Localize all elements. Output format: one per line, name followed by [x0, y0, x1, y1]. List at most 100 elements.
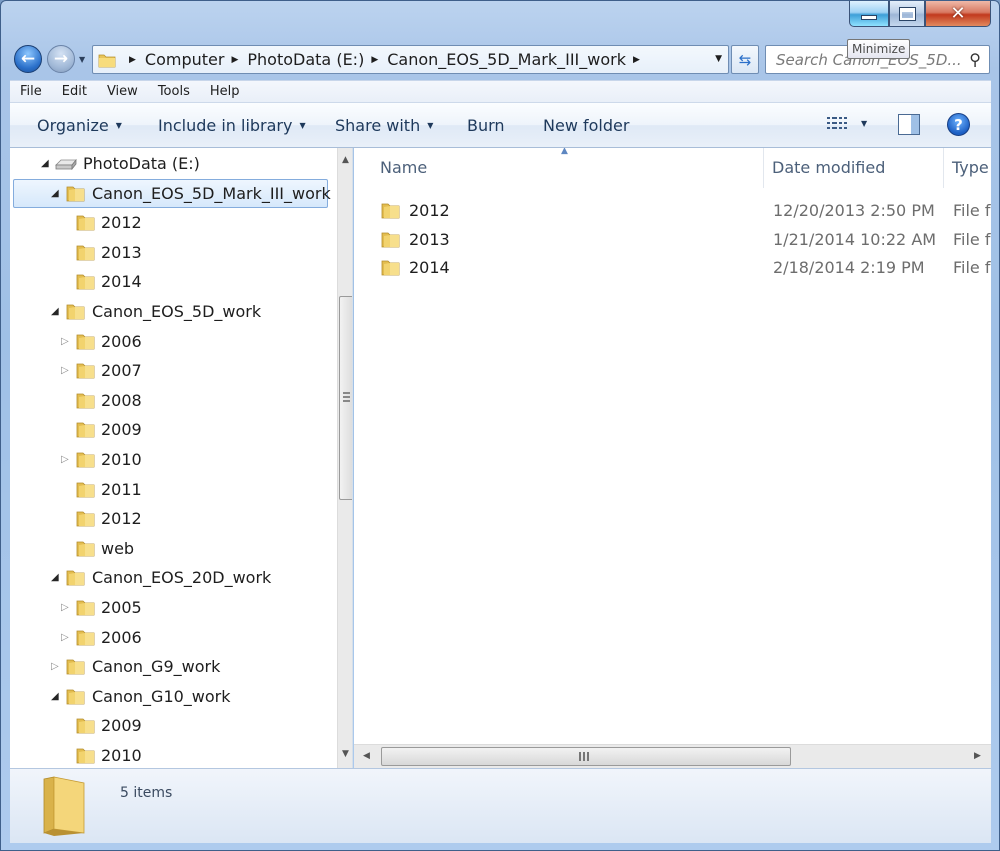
recent-pages-dropdown[interactable]: ▼: [79, 55, 85, 64]
burn-button[interactable]: Burn: [467, 116, 505, 135]
include-in-library-label: Include in library: [158, 116, 293, 135]
tree-item-label: 2012: [101, 213, 142, 233]
menu-edit[interactable]: Edit: [52, 84, 97, 99]
expanded-arrow-icon[interactable]: ◢: [41, 158, 49, 169]
tree-item[interactable]: 2012: [10, 208, 330, 237]
collapsed-arrow-icon[interactable]: ▷: [61, 454, 69, 465]
column-headers: Name ▲ Date modified Type: [354, 148, 991, 188]
preview-pane-icon[interactable]: [898, 114, 920, 135]
scroll-left-icon[interactable]: ◀: [363, 751, 370, 761]
tree-item[interactable]: ◢ PhotoData (E:): [10, 149, 330, 178]
tree-item[interactable]: 2014: [10, 267, 330, 296]
file-list-horizontal-scrollbar[interactable]: ◀ ▶: [354, 744, 991, 768]
forward-button[interactable]: →: [47, 45, 75, 73]
breadcrumb-separator-icon[interactable]: ▶: [371, 55, 378, 65]
horizontal-scroll-thumb[interactable]: [381, 747, 791, 766]
scroll-down-icon[interactable]: ▼: [342, 749, 349, 759]
tree-item[interactable]: ◢ Canon_EOS_5D_Mark_III_work: [13, 178, 331, 208]
address-bar[interactable]: ▶ Computer ▶ PhotoData (E:) ▶ Canon_EOS_…: [92, 45, 729, 74]
tree-item-label: 2009: [101, 716, 142, 736]
tree-item[interactable]: ◢ Canon_EOS_5D_work: [10, 297, 330, 326]
change-view-icon[interactable]: [826, 115, 848, 133]
search-icon[interactable]: ⚲: [969, 50, 981, 69]
share-with-button[interactable]: Share with ▼: [335, 116, 433, 135]
collapsed-arrow-icon[interactable]: ▷: [61, 336, 69, 347]
tree-item[interactable]: ◢ Canon_G10_work: [10, 682, 330, 711]
folder-icon: [43, 776, 85, 836]
tree-item[interactable]: 2010: [10, 741, 330, 768]
collapsed-arrow-icon[interactable]: ▷: [51, 661, 59, 672]
tree-item[interactable]: web: [10, 534, 330, 563]
breadcrumb-computer[interactable]: Computer: [145, 50, 225, 69]
tree-item[interactable]: 2008: [10, 386, 330, 415]
expanded-arrow-icon[interactable]: ◢: [51, 572, 59, 583]
menu-help[interactable]: Help: [200, 84, 250, 99]
tree-item[interactable]: ◢ Canon_EOS_20D_work: [10, 563, 330, 592]
menu-file[interactable]: File: [10, 84, 52, 99]
folder-icon: [76, 422, 95, 438]
scroll-up-icon[interactable]: ▲: [342, 155, 349, 165]
tree-vertical-scrollbar[interactable]: ▲ ▼: [337, 148, 352, 768]
tree-item-label: 2014: [101, 272, 142, 292]
tree-item-label: 2010: [101, 450, 142, 469]
view-options-dropdown-icon[interactable]: ▼: [861, 119, 867, 128]
collapsed-arrow-icon[interactable]: ▷: [61, 602, 69, 613]
menu-view[interactable]: View: [97, 84, 148, 99]
expanded-arrow-icon[interactable]: ◢: [51, 691, 59, 702]
breadcrumb-separator-icon[interactable]: ▶: [633, 55, 640, 65]
breadcrumb-separator-icon[interactable]: ▶: [129, 55, 136, 65]
maximize-button[interactable]: [889, 1, 925, 27]
tree-item[interactable]: ▷ Canon_G9_work: [10, 652, 330, 681]
organize-label: Organize: [37, 116, 109, 135]
explorer-window: ✕ Minimize ← → ▼ ▶ Computer ▶ PhotoData …: [0, 0, 1000, 851]
expanded-arrow-icon[interactable]: ◢: [51, 306, 59, 317]
new-folder-button[interactable]: New folder: [543, 116, 629, 135]
collapsed-arrow-icon[interactable]: ▷: [61, 365, 69, 376]
tree-item[interactable]: ▷ 2005: [10, 593, 330, 622]
tree-item[interactable]: 2009: [10, 711, 330, 740]
file-name: 2014: [409, 258, 450, 277]
folder-icon: [66, 186, 85, 201]
column-header-date-modified[interactable]: Date modified: [764, 148, 944, 188]
folder-icon: [66, 689, 85, 705]
folder-icon: [381, 260, 400, 276]
tree-item[interactable]: 2009: [10, 415, 330, 444]
menu-tools[interactable]: Tools: [148, 84, 200, 99]
help-icon[interactable]: ?: [947, 113, 970, 136]
collapsed-arrow-icon[interactable]: ▷: [61, 632, 69, 643]
caption-buttons: ✕: [849, 1, 991, 29]
sort-ascending-icon: ▲: [561, 148, 568, 156]
organize-button[interactable]: Organize ▼: [37, 116, 122, 135]
breadcrumb-current-folder[interactable]: Canon_EOS_5D_Mark_III_work: [387, 50, 626, 69]
include-in-library-button[interactable]: Include in library ▼: [158, 116, 306, 135]
scroll-right-icon[interactable]: ▶: [974, 751, 981, 761]
new-folder-label: New folder: [543, 116, 630, 135]
folder-icon: [76, 274, 95, 290]
expanded-arrow-icon[interactable]: ◢: [51, 188, 59, 199]
tree-item-label: Canon_EOS_5D_Mark_III_work: [92, 183, 331, 203]
chevron-down-icon: ▼: [299, 121, 306, 130]
menu-bar: File Edit View Tools Help: [10, 80, 991, 102]
tree-item[interactable]: ▷ 2006: [10, 327, 330, 356]
file-row[interactable]: 2012 12/20/2013 2:50 PM File fo: [354, 196, 991, 225]
close-button[interactable]: ✕: [925, 1, 991, 27]
back-button[interactable]: ←: [14, 45, 42, 73]
tree-item[interactable]: ▷ 2007: [10, 356, 330, 385]
refresh-button[interactable]: ⇆: [731, 45, 759, 74]
tree-item[interactable]: 2011: [10, 475, 330, 504]
tree-item[interactable]: ▷ 2010: [10, 445, 330, 474]
column-header-type[interactable]: Type: [944, 148, 991, 188]
scroll-thumb[interactable]: [339, 296, 352, 500]
address-dropdown-icon[interactable]: ▼: [715, 54, 722, 64]
file-row[interactable]: 2014 2/18/2014 2:19 PM File fo: [354, 253, 991, 282]
tree-item[interactable]: 2012: [10, 504, 330, 533]
file-row[interactable]: 2013 1/21/2014 10:22 AM File fo: [354, 225, 991, 254]
tree-item[interactable]: 2013: [10, 238, 330, 267]
breadcrumb-photodata[interactable]: PhotoData (E:): [247, 50, 364, 69]
column-header-name[interactable]: Name: [372, 148, 764, 188]
folder-icon: [98, 54, 116, 67]
tree-item[interactable]: ▷ 2006: [10, 623, 330, 652]
minimize-button[interactable]: [849, 1, 889, 27]
breadcrumb-separator-icon[interactable]: ▶: [231, 55, 238, 65]
folder-icon: [381, 232, 400, 247]
